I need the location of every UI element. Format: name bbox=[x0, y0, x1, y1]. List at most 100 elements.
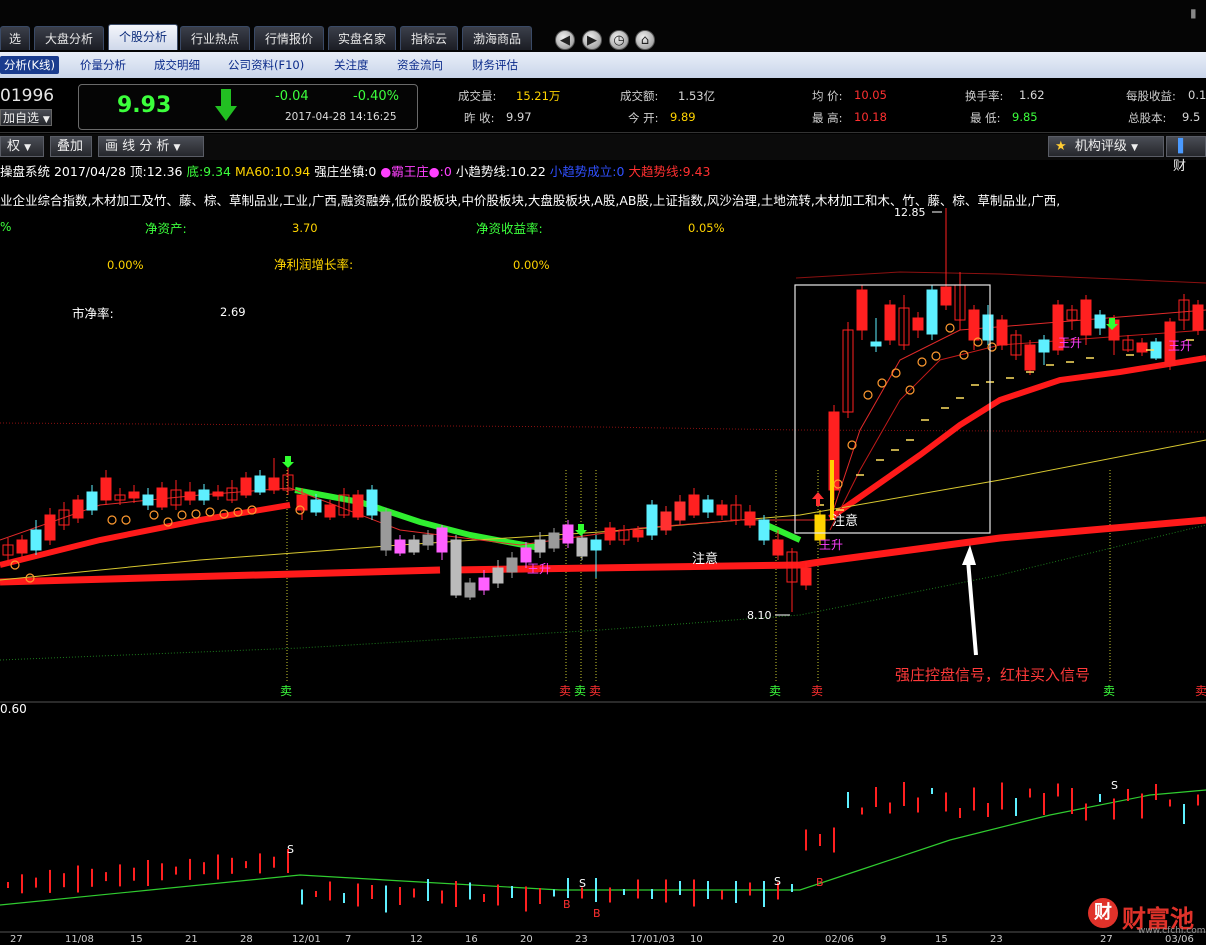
tab-4[interactable]: 行业热点 bbox=[180, 26, 250, 50]
up-arrow-icon bbox=[812, 492, 824, 506]
sub-indicator-value: 0.60 bbox=[0, 702, 27, 716]
candle-body bbox=[688, 494, 700, 516]
callout-arrow bbox=[966, 559, 978, 656]
institution-rating-button[interactable]: ★ 机构评级 ▼ bbox=[1048, 136, 1164, 157]
support-line bbox=[0, 524, 1206, 661]
tab-6[interactable]: 实盘名家 bbox=[328, 26, 396, 50]
indicator-legend: 操盘系统 2017/04/28 顶:12.36 底:9.34 MA60:10.9… bbox=[0, 161, 710, 180]
candle-body bbox=[100, 477, 112, 501]
candle-body bbox=[380, 511, 392, 551]
sell-marker: 卖 bbox=[811, 684, 824, 698]
falling-trend-line bbox=[294, 487, 541, 551]
rating-label: 机构评级 bbox=[1074, 139, 1127, 154]
price-box: 9.93 -0.04 -0.40% 2017-04-28 14:16:25 bbox=[78, 84, 418, 130]
kline-chart[interactable]: SS SSBBB bbox=[0, 200, 1206, 944]
candle-body bbox=[632, 529, 644, 538]
window-control-icon[interactable]: ▮ bbox=[1190, 6, 1204, 20]
tab-8[interactable]: 渤海商品 bbox=[462, 26, 532, 50]
wang-label-3: 王升 bbox=[1058, 336, 1083, 350]
trend-circle bbox=[149, 510, 159, 520]
x-tick-label: 17/01/03 bbox=[630, 934, 675, 945]
sell-marker: 卖 bbox=[280, 684, 293, 698]
clock-icon[interactable]: ◷ bbox=[609, 30, 629, 50]
tab-3[interactable]: 个股分析 bbox=[108, 24, 178, 50]
candle-body bbox=[478, 577, 490, 591]
tab-7[interactable]: 指标云 bbox=[400, 26, 458, 50]
subtab-7[interactable]: 财务评估 bbox=[472, 56, 518, 74]
sell-marker: 卖 bbox=[589, 684, 602, 698]
add-watchlist-button[interactable]: 加自选 ▼ bbox=[0, 109, 52, 126]
candle-body bbox=[1024, 344, 1036, 371]
candle-body bbox=[1094, 314, 1106, 329]
candle-body bbox=[758, 519, 770, 541]
wang-label-4: 王升 bbox=[1168, 339, 1193, 353]
candle-body bbox=[492, 567, 504, 584]
subtab-1[interactable]: 分析(K线) bbox=[0, 56, 60, 74]
finance-button[interactable]: ▐ 财 bbox=[1166, 136, 1206, 174]
top-tab-bar: 选大盘分析 个股分析 行业热点 行情报价 实盘名家 指标云 渤海商品 ◀ ▶ ◷ ⌂ ▮ bbox=[0, 0, 1206, 52]
x-tick-label: 27 bbox=[10, 934, 23, 945]
candle-body bbox=[366, 489, 378, 516]
signal-b-mark: B bbox=[563, 898, 571, 911]
sell-marker: 卖 bbox=[1195, 684, 1206, 698]
quote-field-value: 10.18 bbox=[854, 110, 887, 124]
price-change: -0.04 bbox=[275, 89, 309, 104]
x-tick-label: 12/01 bbox=[292, 934, 321, 945]
quote-field-label: 成交额: bbox=[620, 89, 659, 103]
candle-body bbox=[534, 539, 546, 553]
x-tick-label: 16 bbox=[465, 934, 478, 945]
rights-label: 权 bbox=[7, 139, 21, 154]
draw-analysis-button[interactable]: 画 线 分 析 ▼ bbox=[98, 136, 204, 157]
forward-icon[interactable]: ▶ bbox=[582, 30, 602, 50]
candle-body bbox=[940, 286, 952, 306]
subtab-6[interactable]: 资金流向 bbox=[397, 56, 443, 74]
quote-field-label: 总股本: bbox=[1128, 111, 1167, 125]
candle-body bbox=[44, 514, 56, 541]
wang-label: 王升 bbox=[527, 562, 552, 576]
candle-body bbox=[464, 582, 476, 598]
candle-body bbox=[296, 494, 308, 511]
x-tick-label: 21 bbox=[185, 934, 198, 945]
quote-field-value: 0.1 bbox=[1188, 88, 1206, 102]
quote-field-label: 每股收益: bbox=[1126, 89, 1176, 103]
trend-circle bbox=[177, 510, 187, 520]
candle-body bbox=[870, 341, 882, 347]
quote-field-label: 最 低: bbox=[970, 111, 1001, 125]
tab-2[interactable]: 大盘分析 bbox=[34, 26, 104, 50]
home-icon[interactable]: ⌂ bbox=[635, 30, 655, 50]
candle-body bbox=[128, 491, 140, 499]
candle-body bbox=[576, 537, 588, 557]
subtab-3[interactable]: 成交明细 bbox=[154, 56, 200, 74]
small-trend-line bbox=[0, 502, 291, 568]
candle-body bbox=[506, 557, 518, 573]
candle-body bbox=[254, 475, 266, 493]
candle-body bbox=[1038, 339, 1050, 353]
overlay-button[interactable]: 叠加 bbox=[50, 136, 92, 157]
rights-button[interactable]: 权 ▼ bbox=[0, 136, 44, 157]
x-tick-label: 20 bbox=[520, 934, 533, 945]
candle-body bbox=[436, 527, 448, 553]
quote-field-value: 1.53亿 bbox=[678, 89, 716, 103]
chevron-down-icon: ▼ bbox=[173, 143, 181, 153]
candle-body bbox=[72, 499, 84, 519]
tab-5[interactable]: 行情报价 bbox=[254, 26, 324, 50]
x-tick-label: 27 bbox=[1100, 934, 1113, 945]
star-icon: ★ bbox=[1055, 139, 1067, 154]
subtab-5[interactable]: 关注度 bbox=[334, 56, 369, 74]
candle-body bbox=[156, 487, 168, 508]
tab-1[interactable]: 选 bbox=[0, 26, 30, 50]
x-tick-label: 11/08 bbox=[65, 934, 94, 945]
candle-body bbox=[1136, 342, 1148, 353]
quote-field-label: 昨 收: bbox=[464, 111, 495, 125]
signal-s-mark: S bbox=[1111, 779, 1118, 792]
indicator-item: 强庄坐镇:0 bbox=[314, 164, 381, 179]
bar-chart-icon: ▐ bbox=[1173, 139, 1183, 154]
wang-label-2: 王升 bbox=[819, 538, 844, 552]
subtab-4[interactable]: 公司资料(F10) bbox=[228, 56, 304, 74]
back-icon[interactable]: ◀ bbox=[555, 30, 575, 50]
sub-line bbox=[0, 789, 1206, 906]
sell-marker: 卖 bbox=[574, 684, 587, 698]
chart-toolbar: 权 ▼ 叠加 画 线 分 析 ▼ ★ 机构评级 ▼ ▐ 财 bbox=[0, 134, 1206, 174]
subtab-2[interactable]: 价量分析 bbox=[80, 56, 126, 74]
price-change-pct: -0.40% bbox=[353, 89, 399, 104]
